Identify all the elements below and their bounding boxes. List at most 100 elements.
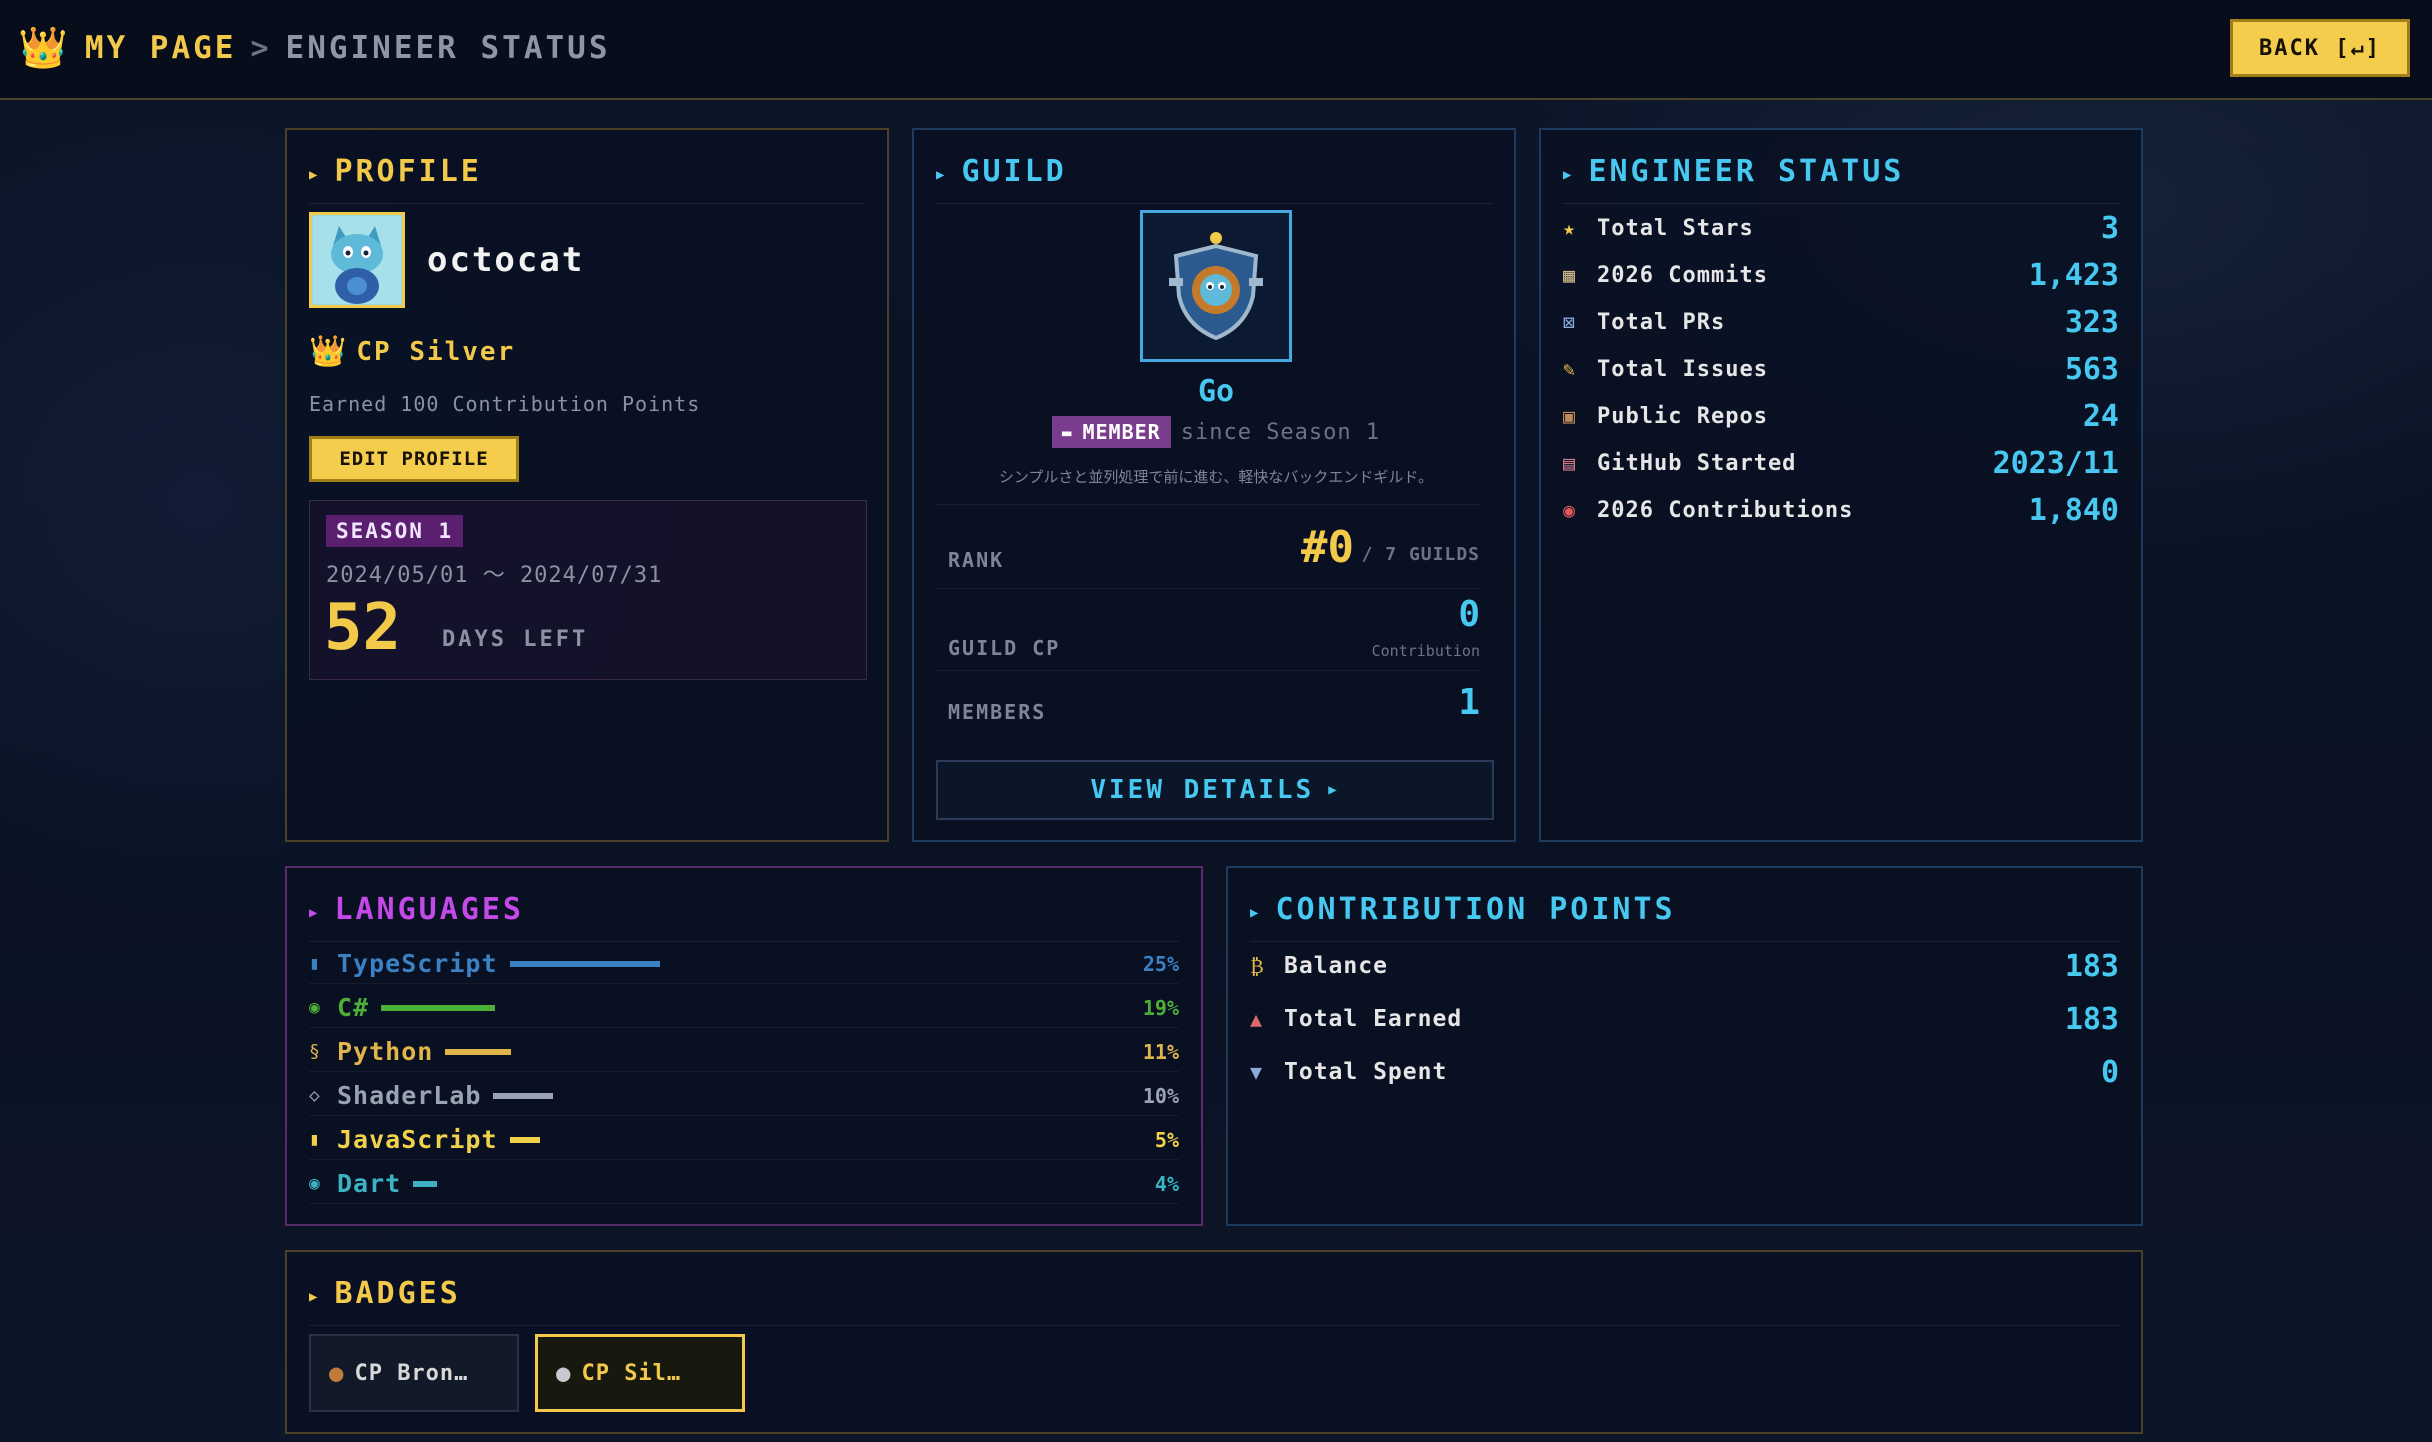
language-bar xyxy=(445,1048,512,1055)
language-name: Dart xyxy=(337,1169,402,1198)
crown-icon: 👑 xyxy=(309,334,347,369)
issue-icon: ✎ xyxy=(1563,357,1576,381)
contribution-points-panel: ▶ CONTRIBUTION POINTS ₿ Balance 183 ▲ Total … xyxy=(1226,866,2143,1226)
back-button[interactable]: BACK [↵] xyxy=(2230,19,2410,77)
badges-title-text: BADGES xyxy=(334,1276,461,1311)
language-bar xyxy=(381,1004,496,1011)
days-left-label: DAYS LEFT xyxy=(442,627,589,652)
bronze-medal-icon: ● xyxy=(329,1359,345,1387)
guild-panel: ▶ GUILD Go ▬ MEMBER since Season 1 シンプルさ… xyxy=(912,128,1516,842)
profile-panel: ▶ PROFILE octocat 👑 CP Silver Earned 100… xyxy=(285,128,889,842)
top-bar: 👑 MY PAGE > ENGINEER STATUS BACK [↵] xyxy=(0,0,2432,100)
language-bar xyxy=(493,1092,554,1099)
breadcrumb: 👑 MY PAGE > ENGINEER STATUS xyxy=(18,28,611,68)
badge-cp-bronze[interactable]: ● CP Bron… xyxy=(309,1334,519,1412)
cp-value: 183 xyxy=(2064,1001,2119,1037)
chart-down-icon: ▼ xyxy=(1250,1060,1263,1084)
language-name: C# xyxy=(337,993,370,1022)
language-percent: 19% xyxy=(1142,995,1179,1020)
cp-value: 0 xyxy=(2100,1054,2119,1090)
stat-label: Total Stars xyxy=(1597,215,1754,241)
badge-cp-silver[interactable]: ● CP Sil… xyxy=(535,1334,745,1412)
contribution-points-title-text: CONTRIBUTION POINTS xyxy=(1275,892,1676,927)
rank-value: #0 xyxy=(1301,522,1354,573)
triangle-icon: ▶ xyxy=(309,166,321,183)
badges-title: ▶ BADGES xyxy=(309,1276,2119,1326)
stat-label: Total Issues xyxy=(1597,356,1768,382)
stat-row: ▤ GitHub Started 2023/11 xyxy=(1563,443,2119,483)
badge-label: CP Bron… xyxy=(354,1360,469,1386)
language-row: ◉ Dart 4% xyxy=(309,1164,1179,1204)
badge-label: CP Sil… xyxy=(581,1360,682,1386)
language-bar xyxy=(413,1180,438,1187)
breadcrumb-my-page[interactable]: MY PAGE xyxy=(85,30,237,66)
member-line: ▬ MEMBER since Season 1 xyxy=(914,416,1518,448)
stat-label: 2026 Commits xyxy=(1597,262,1768,288)
member-tag: ▬ MEMBER xyxy=(1051,416,1171,448)
badges-panel: ▶ BADGES ● CP Bron… ● CP Sil… xyxy=(285,1250,2143,1434)
language-name: Python xyxy=(337,1037,434,1066)
stat-value: 323 xyxy=(2064,304,2119,340)
guild-emblem[interactable] xyxy=(1140,210,1292,362)
commit-icon: ▦ xyxy=(1563,263,1576,287)
stat-value: 24 xyxy=(2082,398,2119,434)
contribution-icon: ◉ xyxy=(1563,498,1576,522)
engineer-status-title-text: ENGINEER STATUS xyxy=(1588,154,1905,189)
pr-icon: ⊠ xyxy=(1563,310,1576,334)
cp-label: Total Earned xyxy=(1284,1006,1463,1032)
username: octocat xyxy=(427,240,585,280)
languages-title: ▶ LANGUAGES xyxy=(309,892,1179,942)
avatar[interactable] xyxy=(309,212,405,308)
triangle-icon: ▶ xyxy=(1250,904,1262,921)
guild-title-text: GUILD xyxy=(961,154,1067,189)
member-since: since Season 1 xyxy=(1180,419,1381,445)
stat-row: ✎ Total Issues 563 xyxy=(1563,349,2119,389)
season-tag: SEASON 1 xyxy=(326,515,464,547)
language-row: ▮ JavaScript 5% xyxy=(309,1120,1179,1160)
stat-row: ▣ Public Repos 24 xyxy=(1563,396,2119,436)
language-row: ◇ ShaderLab 10% xyxy=(309,1076,1179,1116)
engineer-status-panel: ▶ ENGINEER STATUS ★ Total Stars 3 ▦ 2026 Com… xyxy=(1539,128,2143,842)
language-name: JavaScript xyxy=(337,1125,498,1154)
triangle-icon: ▶ xyxy=(309,904,321,921)
guild-cp-value: 0 xyxy=(1458,594,1480,635)
stat-label: Total PRs xyxy=(1597,309,1726,335)
language-percent: 11% xyxy=(1142,1039,1179,1064)
language-name: ShaderLab xyxy=(337,1081,482,1110)
guild-shield-icon xyxy=(1169,232,1263,341)
edit-profile-button[interactable]: EDIT PROFILE xyxy=(309,436,519,482)
cp-rank-label: CP Silver xyxy=(356,336,516,367)
guild-cp-sub: Contribution xyxy=(1371,642,1480,660)
ticket-icon: ▬ xyxy=(1061,422,1073,442)
stat-label: 2026 Contributions xyxy=(1597,497,1854,523)
stat-label: Public Repos xyxy=(1597,403,1768,429)
stat-value: 3 xyxy=(2100,210,2119,246)
triangle-icon: ▶ xyxy=(936,166,948,183)
stat-row: ★ Total Stars 3 xyxy=(1563,208,2119,248)
cp-row: ▲ Total Earned 183 xyxy=(1250,999,2119,1039)
cp-rank: 👑 CP Silver xyxy=(309,334,515,369)
language-percent: 4% xyxy=(1154,1171,1179,1196)
stat-value: 1,840 xyxy=(2028,492,2119,528)
breadcrumb-current: ENGINEER STATUS xyxy=(285,30,611,66)
language-row: ◉ C# 19% xyxy=(309,988,1179,1028)
view-details-button[interactable]: VIEW DETAILS ▶ xyxy=(936,760,1494,820)
language-icon: ◉ xyxy=(309,1173,320,1194)
guild-name: Go xyxy=(1197,374,1235,409)
crown-icon: 👑 xyxy=(18,25,71,71)
language-bar xyxy=(509,1136,540,1143)
view-details-label: VIEW DETAILS xyxy=(1090,775,1315,805)
stat-row: ⊠ Total PRs 323 xyxy=(1563,302,2119,342)
language-bar xyxy=(509,960,660,967)
profile-title-text: PROFILE xyxy=(334,154,482,189)
triangle-icon: ▶ xyxy=(1563,166,1575,183)
cp-value: 183 xyxy=(2064,948,2119,984)
language-icon: § xyxy=(309,1041,320,1062)
language-percent: 25% xyxy=(1142,951,1179,976)
season-box: SEASON 1 2024/05/01 ～ 2024/07/31 52 DAYS… xyxy=(309,500,867,680)
triangle-icon: ▶ xyxy=(1328,782,1340,798)
guild-description: シンプルさと並列処理で前に進む、軽快なバックエンドギルド。 xyxy=(998,468,1434,486)
days-left-number: 52 xyxy=(324,591,402,665)
star-icon: ★ xyxy=(1563,216,1576,240)
language-row: ▮ TypeScript 25% xyxy=(309,944,1179,984)
